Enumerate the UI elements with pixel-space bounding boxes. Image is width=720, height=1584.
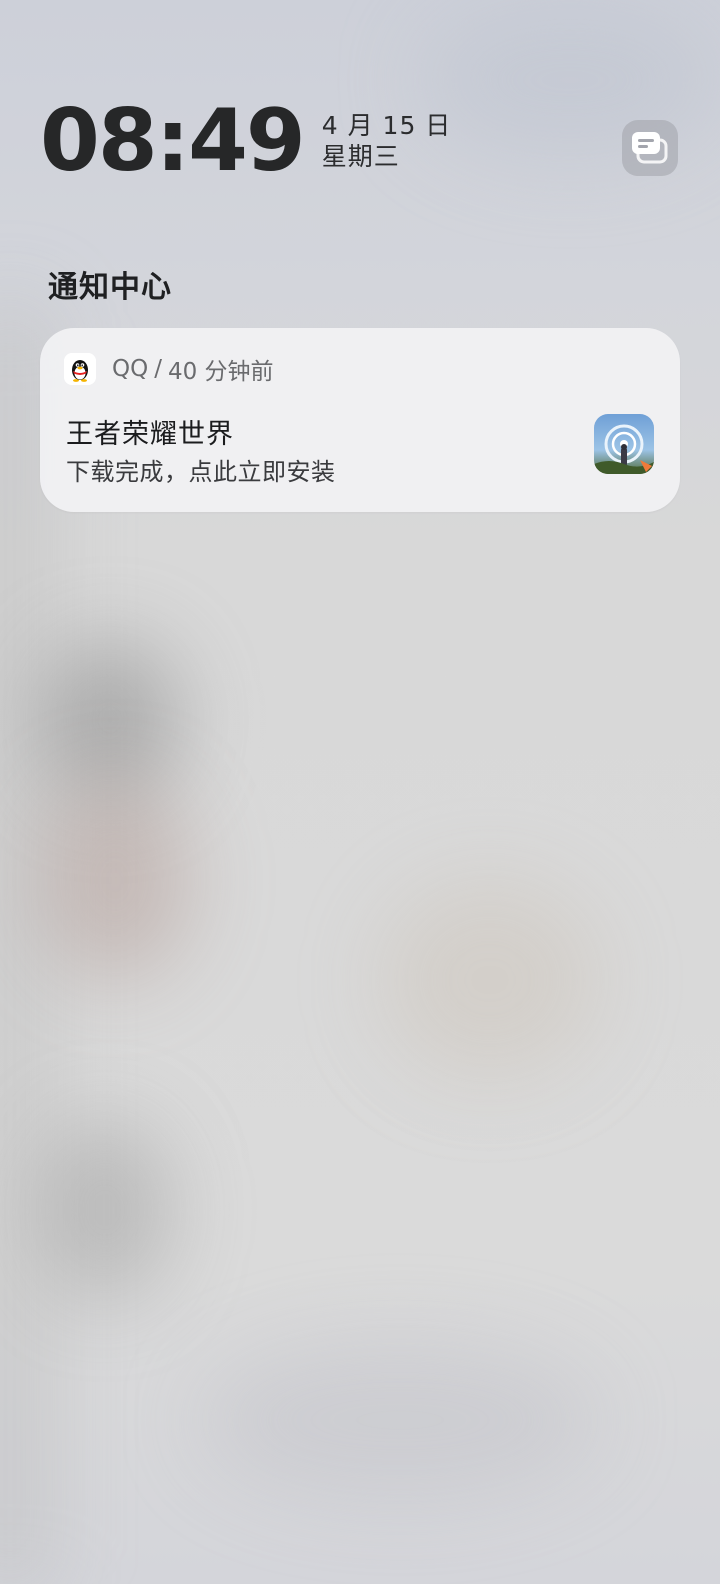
qq-penguin-icon [64, 353, 96, 385]
notification-card[interactable]: QQ / 40 分钟前 王者荣耀世界 下载完成，点此立即安装 [40, 328, 680, 512]
notification-meta: QQ / 40 分钟前 [112, 352, 274, 386]
notification-center-title: 通知中心 [48, 270, 172, 305]
date-block: 4 月 15 日 星期三 [322, 110, 452, 172]
weekday-text: 星期三 [321, 142, 400, 171]
background-blur [40, 1120, 170, 1300]
time-ago: 40 分钟前 [167, 359, 274, 385]
notification-body: 下载完成，点此立即安装 [66, 458, 336, 486]
message-stack-icon [628, 128, 672, 168]
notification-header: QQ / 40 分钟前 [64, 352, 274, 386]
date-text: 4 月 15 日 [321, 111, 452, 140]
background-blur [200, 1340, 600, 1500]
message-button[interactable] [622, 120, 678, 176]
app-name: QQ [112, 356, 149, 382]
game-thumbnail-icon [594, 414, 654, 474]
background-blur [40, 780, 190, 980]
background-blur [40, 640, 180, 800]
clock-time: 08:49 [40, 91, 306, 191]
background-blur [380, 880, 600, 1080]
clock-area: 08:49 4 月 15 日 星期三 [40, 98, 451, 184]
notification-title: 王者荣耀世界 [66, 419, 234, 450]
meta-separator: / [154, 356, 162, 382]
